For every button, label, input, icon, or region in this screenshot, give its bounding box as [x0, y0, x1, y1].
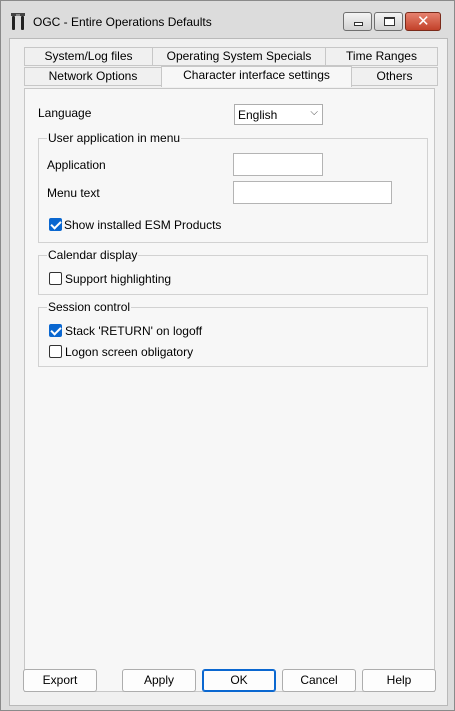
cancel-button[interactable]: Cancel — [282, 669, 356, 692]
dialog-client-area: System/Log files Operating System Specia… — [9, 38, 448, 706]
maximize-button[interactable] — [374, 12, 403, 31]
calendar-display-group-title: Calendar display — [47, 248, 139, 262]
title-bar[interactable]: OGC - Entire Operations Defaults ✕ — [1, 1, 454, 37]
language-select[interactable]: English ⌵ — [234, 104, 323, 125]
session-control-group-title: Session control — [47, 300, 132, 314]
app-icon — [11, 13, 25, 30]
tab-system-log-files[interactable]: System/Log files — [24, 47, 153, 66]
chevron-down-icon: ⌵ — [310, 107, 318, 118]
menu-text-label: Menu text — [47, 186, 100, 200]
tab-character-interface-settings[interactable]: Character interface settings — [161, 66, 352, 87]
close-icon: ✕ — [417, 13, 430, 30]
support-highlighting-label[interactable]: Support highlighting — [65, 272, 171, 286]
stack-return-label[interactable]: Stack 'RETURN' on logoff — [65, 324, 202, 338]
tab-operating-system-specials[interactable]: Operating System Specials — [152, 47, 326, 66]
window-title: OGC - Entire Operations Defaults — [33, 15, 212, 29]
dialog-window: OGC - Entire Operations Defaults ✕ Syste… — [0, 0, 455, 711]
tab-network-options[interactable]: Network Options — [24, 67, 162, 86]
user-application-group-title: User application in menu — [47, 131, 182, 145]
export-button[interactable]: Export — [23, 669, 97, 692]
ok-button[interactable]: OK — [202, 669, 276, 692]
close-button[interactable]: ✕ — [405, 12, 441, 31]
session-control-group: Session control Stack 'RETURN' on logoff… — [38, 300, 428, 367]
stack-return-checkbox[interactable] — [49, 324, 62, 337]
tab-others[interactable]: Others — [351, 67, 438, 86]
menu-text-input[interactable] — [233, 181, 392, 204]
logon-obligatory-checkbox[interactable] — [49, 345, 62, 358]
language-label: Language — [38, 106, 92, 120]
minimize-icon — [354, 22, 363, 26]
logon-obligatory-label[interactable]: Logon screen obligatory — [65, 345, 193, 359]
minimize-button[interactable] — [343, 12, 372, 31]
help-button[interactable]: Help — [362, 669, 436, 692]
support-highlighting-checkbox[interactable] — [49, 272, 62, 285]
show-esm-checkbox[interactable] — [49, 218, 62, 231]
apply-button[interactable]: Apply — [122, 669, 196, 692]
maximize-icon — [384, 17, 395, 26]
calendar-display-group: Calendar display Support highlighting — [38, 248, 428, 295]
tab-time-ranges[interactable]: Time Ranges — [325, 47, 438, 66]
tab-panel: Language English ⌵ User application in m… — [24, 88, 435, 692]
show-esm-label[interactable]: Show installed ESM Products — [64, 218, 221, 232]
language-value: English — [238, 108, 278, 122]
application-label: Application — [47, 158, 106, 172]
user-application-group: User application in menu Application Men… — [38, 131, 428, 243]
application-input[interactable] — [233, 153, 323, 176]
